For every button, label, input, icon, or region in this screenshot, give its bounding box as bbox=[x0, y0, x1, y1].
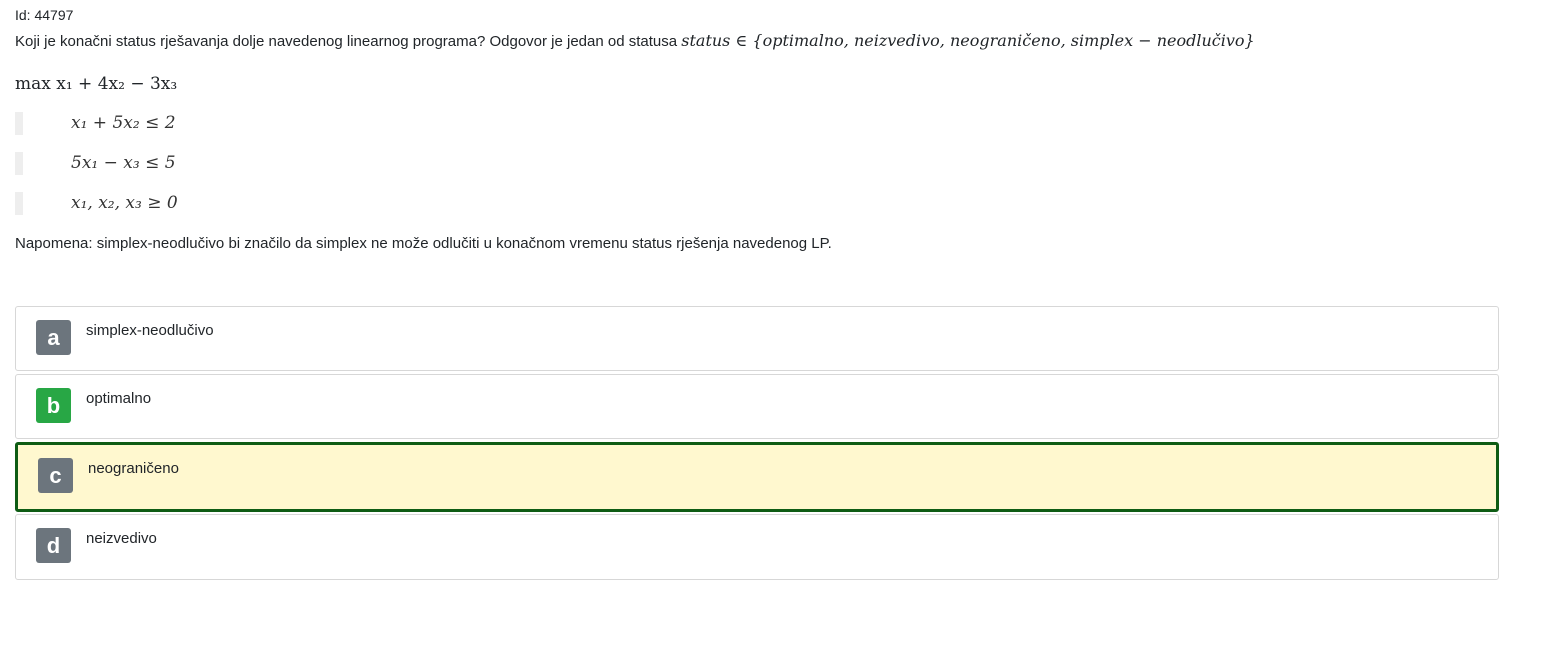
option-letter-badge: a bbox=[36, 320, 71, 355]
constraint-row: x₁ + 5x₂ ≤ 2 bbox=[15, 112, 315, 135]
constraint-bar bbox=[15, 112, 23, 135]
option-letter-badge: b bbox=[36, 388, 71, 423]
question-prompt: Koji je konačni status rješavanja dolje … bbox=[15, 33, 682, 50]
constraint-row: 5x₁ − x₃ ≤ 5 bbox=[15, 152, 315, 175]
option-label: simplex-neodlučivo bbox=[86, 322, 214, 339]
question-id: Id: 44797 bbox=[15, 7, 74, 23]
objective-function: max x₁ + 4x₂ − 3x₃ bbox=[15, 74, 178, 94]
option-letter-badge: d bbox=[36, 528, 71, 563]
option-letter-badge: c bbox=[38, 458, 73, 493]
answer-option-c[interactable]: c neograničeno bbox=[15, 442, 1499, 512]
answer-option-a[interactable]: a simplex-neodlučivo bbox=[15, 306, 1499, 371]
question-note: Napomena: simplex-neodlučivo bi značilo … bbox=[15, 235, 832, 252]
constraint-row: x₁, x₂, x₃ ≥ 0 bbox=[15, 192, 315, 215]
answer-option-b[interactable]: b optimalno bbox=[15, 374, 1499, 439]
answer-option-d[interactable]: d neizvedivo bbox=[15, 514, 1499, 580]
constraint-expression: x₁ + 5x₂ ≤ 2 bbox=[71, 113, 176, 133]
constraint-expression: x₁, x₂, x₃ ≥ 0 bbox=[71, 193, 178, 213]
question-text: Koji je konačni status rješavanja dolje … bbox=[15, 31, 1255, 52]
status-set-math: status ∈ {optimalno, neizvedivo, neogran… bbox=[681, 31, 1255, 50]
option-label: optimalno bbox=[86, 390, 152, 407]
constraint-bar bbox=[15, 152, 23, 175]
option-label: neizvedivo bbox=[86, 530, 157, 547]
constraint-bar bbox=[15, 192, 23, 215]
option-label: neograničeno bbox=[88, 460, 179, 477]
constraint-expression: 5x₁ − x₃ ≤ 5 bbox=[71, 153, 176, 173]
